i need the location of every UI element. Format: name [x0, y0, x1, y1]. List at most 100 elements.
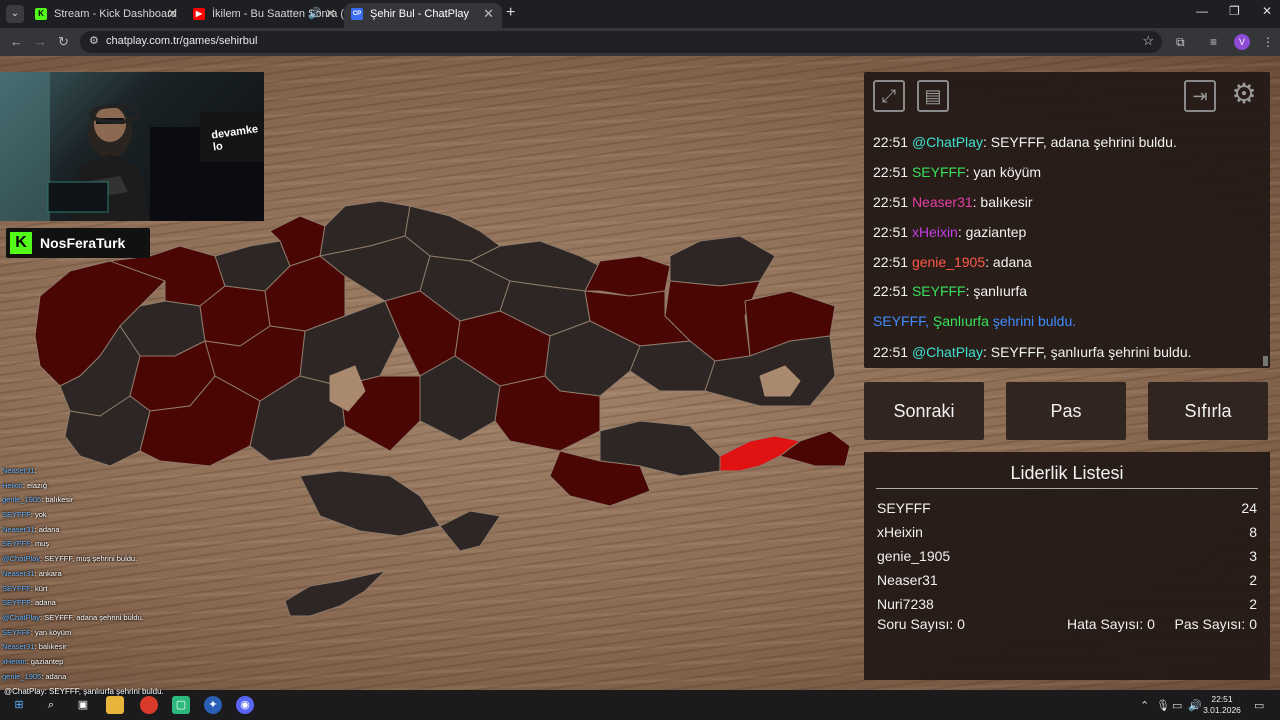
game-page: devamke lo K NosFeraTurk Neaser31: Heixi… [0, 56, 1280, 690]
pass-count: Pas Sayısı: 0 [1174, 616, 1257, 632]
site-info-icon[interactable]: ⚙ [89, 34, 99, 47]
stream-chat-overlay: Neaser31: Heixin: elazığ genie_1905: bal… [2, 466, 242, 690]
overlay-chat-line: Neaser31: balıkesir [2, 642, 67, 652]
tab-label: Şehir Bul - ChatPlay [370, 8, 470, 20]
system-message: SEYFFF, Şanlıurfa şehrini buldu. [873, 313, 1077, 329]
minimize-icon[interactable]: — [1196, 4, 1208, 18]
task-view-icon[interactable]: ▣ [74, 696, 92, 714]
address-bar-row: ← → ↻ ⚙ chatplay.com.tr/games/sehirbul ☆… [0, 28, 1280, 56]
leaderboard-divider [876, 488, 1258, 489]
chat-scrollbar[interactable] [1263, 356, 1268, 366]
overlay-chat-line: SEYFFF: adana [2, 598, 56, 608]
extensions-icon[interactable]: ⧉ [1176, 35, 1185, 50]
discord-icon[interactable]: ◉ [236, 696, 254, 714]
window-close-icon[interactable]: ✕ [1262, 4, 1272, 18]
next-button[interactable]: Sonraki [864, 382, 984, 440]
leaderboard-title: Liderlik Listesi [1010, 463, 1124, 483]
windows-start-icon[interactable]: ⊞ [10, 696, 28, 714]
overlay-chat-line: Neaser31: ankara [2, 568, 62, 578]
question-count: Soru Sayısı: 0 [877, 616, 965, 632]
error-count: Hata Sayısı: 0 [1067, 616, 1155, 632]
overlay-last-chat-line: @ChatPlay: SEYFFF, şanlıurfa şehrini bul… [4, 687, 164, 696]
overlay-chat-line: Neaser31: adana [2, 524, 60, 534]
network-icon[interactable]: ▭ [1172, 699, 1182, 712]
streamer-name: NosFeraTurk [40, 235, 126, 251]
chat-message: 22:51 Neaser31: balıkesir [873, 194, 1033, 210]
leaderboard-row: genie_1905 3 [877, 548, 1257, 564]
overlay-chat-line: genie_1905: balıkesir [2, 495, 74, 505]
reset-button[interactable]: Sıfırla [1148, 382, 1268, 440]
clock-date: 3.01.2026 [1203, 705, 1241, 715]
reload-icon[interactable]: ↻ [58, 34, 69, 50]
cyprus [284, 570, 386, 617]
chat-message: 22:51 @ChatPlay: SEYFFF, şanlıurfa şehri… [873, 344, 1192, 360]
overlay-chat-line: @ChatPlay: SEYFFF, muş şehrini buldu. [2, 554, 138, 564]
province-found [584, 255, 671, 297]
chat-message: 22:51 xHeixin: gaziantep [873, 224, 1027, 240]
overlay-chat-line: Heixin: elazığ [2, 480, 48, 490]
province-found [779, 430, 851, 467]
windows-taskbar: ⊞ ⌕ ▣ ▢ ✦ ◉ ⌃ 🎙 ▭ 🔊 22:51 3.01.2026 ▭ [0, 690, 1280, 720]
tab-kick-dashboard[interactable]: K Stream - Kick Dashboard ✕ [28, 3, 186, 28]
kick-icon: K [35, 8, 47, 20]
clock-time: 22:51 [1211, 694, 1233, 704]
leaderboard-row: Neaser31 2 [877, 572, 1257, 588]
overlay-chat-line: SEYFFF: muş [2, 539, 50, 549]
close-icon[interactable]: ✕ [325, 3, 336, 25]
chat-message: 22:51 SEYFFF: şanlıurfa [873, 283, 1028, 299]
tab-sehir-bul[interactable]: CP Şehir Bul - ChatPlay ✕ [344, 3, 502, 28]
province [299, 470, 441, 537]
taskbar-clock[interactable]: 22:51 3.01.2026 [1200, 694, 1244, 716]
speaker-icon[interactable]: 🔊 [308, 3, 322, 25]
bookmark-star-icon[interactable]: ☆ [1142, 33, 1154, 49]
browser-tab-bar: ⌄ K Stream - Kick Dashboard ✕ ▶ İkilem -… [0, 0, 1280, 28]
notes-icon[interactable]: ▤ [917, 80, 949, 112]
notification-icon[interactable]: ▭ [1254, 699, 1264, 712]
pass-button[interactable]: Pas [1006, 382, 1126, 440]
leaderboard-panel: Liderlik Listesi SEYFFF 24 xHeixin 8 genie… [864, 452, 1270, 680]
forward-icon[interactable]: → [34, 34, 47, 49]
province [669, 235, 776, 287]
app-icon[interactable]: ▢ [172, 696, 190, 714]
overlay-chat-line: genie_1905: adana [2, 671, 67, 681]
overlay-chat-line: Neaser31: [2, 466, 37, 475]
close-icon[interactable]: ✕ [483, 3, 494, 25]
browser-menu-icon[interactable]: ⋮ [1262, 35, 1274, 49]
game-chat-panel: ⤢ ▤ ⇥ ⚙ 22:51 @ChatPlay: SEYFFF, adana ş… [864, 72, 1270, 368]
youtube-icon: ▶ [193, 8, 205, 20]
chatplay-icon: CP [351, 8, 363, 20]
new-tab-icon[interactable]: + [506, 4, 515, 22]
kick-logo-icon: K [10, 232, 32, 254]
exit-icon[interactable]: ⇥ [1184, 80, 1216, 112]
overlay-chat-line: SEYFFF: yan köyüm [2, 627, 72, 637]
chrome-icon[interactable] [140, 696, 158, 714]
overlay-chat-line: SEYFFF: yok [2, 510, 47, 520]
tab-youtube[interactable]: ▶ İkilem - Bu Saatten Sonra ( 🔊 ✕ [186, 3, 344, 28]
tab-search-icon[interactable]: ⌄ [6, 5, 24, 23]
settings-gear-icon[interactable]: ⚙ [1228, 80, 1260, 112]
back-icon[interactable]: ← [10, 34, 23, 49]
overlay-chat-line: xHeixin: gaziantep [2, 656, 64, 666]
microphone-icon[interactable]: 🎙 [1156, 699, 1170, 712]
tray-chevron-icon[interactable]: ⌃ [1140, 699, 1149, 712]
address-input[interactable]: ⚙ chatplay.com.tr/games/sehirbul ☆ [80, 31, 1162, 53]
media-icon[interactable]: ≡ [1210, 35, 1217, 49]
url-text: chatplay.com.tr/games/sehirbul [106, 35, 258, 47]
overlay-chat-line: SEYFFF: kürt [2, 583, 48, 593]
close-icon[interactable]: ✕ [167, 3, 178, 25]
profile-avatar[interactable]: V [1234, 34, 1250, 50]
chat-message: 22:51 genie_1905: adana [873, 254, 1032, 270]
leaderboard-row: Nuri7238 2 [877, 596, 1257, 612]
province [439, 510, 501, 552]
fullscreen-icon[interactable]: ⤢ [873, 80, 905, 112]
streamer-name-badge: K NosFeraTurk [6, 228, 150, 258]
leaderboard-row: xHeixin 8 [877, 524, 1257, 540]
chat-message: 22:51 SEYFFF: yan köyüm [873, 164, 1042, 180]
file-explorer-icon[interactable] [106, 696, 124, 714]
streamer-webcam: devamke lo [0, 72, 264, 221]
restore-icon[interactable]: ❐ [1229, 4, 1240, 18]
chat-message: 22:51 @ChatPlay: SEYFFF, adana şehrini b… [873, 134, 1177, 150]
search-icon[interactable]: ⌕ [42, 696, 60, 714]
network-app-icon[interactable]: ✦ [204, 696, 222, 714]
tab-label: Stream - Kick Dashboard [54, 8, 177, 20]
